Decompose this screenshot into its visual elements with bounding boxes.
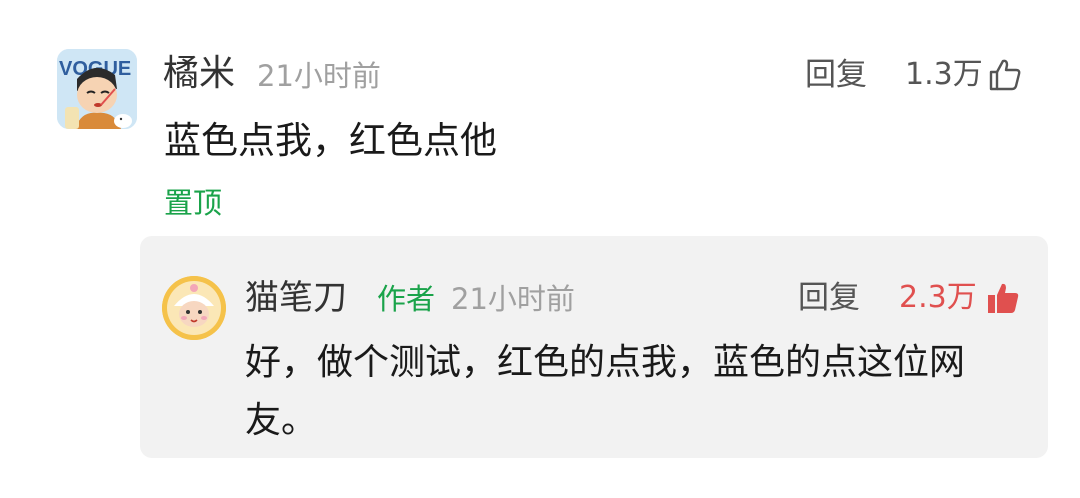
like-count: 1.3万 [905,57,983,92]
avatar[interactable]: VOGUE [57,49,137,129]
pinned-badge: 置顶 [164,186,223,220]
author-badge: 作者 [377,282,436,316]
comment-item: VOGUE 橘米 21小时前 回复 1.3万 蓝色点我，红色点他 置顶 [0,0,1080,230]
comment-username[interactable]: 橘米 [163,52,235,96]
reply-thread: 猫笔刀 作者 21小时前 回复 2.3万 好，做个测试，红色的点我，蓝色的点这位… [140,236,1048,458]
reply-username[interactable]: 猫笔刀 [245,276,347,320]
reply-avatar[interactable] [162,276,226,340]
reply-reply-button[interactable]: 回复 [798,276,860,320]
reply-button[interactable]: 回复 [805,53,867,97]
thumbs-up-outline-icon[interactable] [988,58,1022,92]
cartoon-avatar-icon: VOGUE [57,49,137,129]
reply-text: 好，做个测试，红色的点我，蓝色的点这位网友。 [245,342,966,441]
comment-text: 蓝色点我，红色点他 [164,119,497,162]
reply-like-count: 2.3万 [899,280,977,315]
thumbs-up-filled-icon[interactable] [986,281,1020,315]
cartoon-baby-avatar-icon [162,276,226,340]
reply-timestamp: 21小时前 [451,282,575,316]
comment-timestamp: 21小时前 [257,59,381,93]
